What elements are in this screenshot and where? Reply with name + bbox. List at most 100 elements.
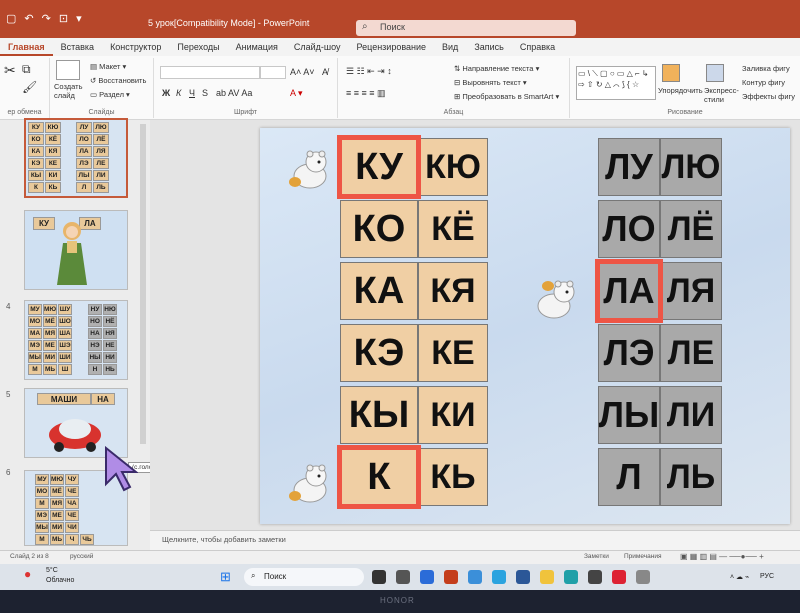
thumbnail-slide-4[interactable]: МУ МЮ ШУ НУ НЮ МО МЁ ШО НО НЁ МА МЯ ША НА НЯ МЭ МЕ ШЭ НЭ НЕ…: [24, 300, 128, 380]
new-slide-icon[interactable]: [56, 60, 80, 80]
shape-outline-button[interactable]: Контур фигу: [742, 78, 785, 87]
chat-icon[interactable]: [396, 570, 410, 584]
edge-icon[interactable]: [564, 570, 578, 584]
brand-label: HONOR: [380, 596, 415, 605]
syllable-card-col2-2[interactable]: КЯ: [418, 262, 488, 320]
tray-icons[interactable]: ˄ ☁ ⌁: [730, 573, 749, 581]
smartart-button[interactable]: ⊞ Преобразовать в SmartArt ▾: [454, 92, 559, 101]
syllable-card-col4-3[interactable]: ЛЕ: [660, 324, 722, 382]
align-icons[interactable]: ≡ ≡ ≡ ≡ ▥: [346, 88, 386, 99]
reset-button[interactable]: ↺ Восстановить: [90, 76, 146, 85]
syllable-card-col1-5[interactable]: К: [337, 445, 421, 509]
tab-slideshow[interactable]: Слайд-шоу: [286, 38, 349, 56]
taskbar-search[interactable]: ⌕ Поиск: [244, 568, 364, 586]
comments-button[interactable]: Примечания: [624, 553, 662, 560]
quick-styles-icon[interactable]: [706, 64, 724, 82]
powerpoint-icon[interactable]: [444, 570, 458, 584]
arrange-button[interactable]: Упорядочить: [658, 86, 703, 95]
italic-button[interactable]: К: [176, 88, 181, 98]
tab-review[interactable]: Рецензирование: [349, 38, 435, 56]
syllable-card-col4-5[interactable]: ЛЬ: [660, 448, 722, 506]
syllable-card-col3-2[interactable]: ЛА: [595, 259, 663, 323]
tab-design[interactable]: Конструктор: [102, 38, 169, 56]
tab-record[interactable]: Запись: [466, 38, 512, 56]
explorer-icon[interactable]: [540, 570, 554, 584]
cut-icon[interactable]: ✂: [4, 62, 16, 79]
underline-button[interactable]: Ч: [189, 88, 195, 98]
syllable-card-col3-4[interactable]: ЛЫ: [598, 386, 660, 444]
yandex-icon[interactable]: [612, 570, 626, 584]
font-name-field[interactable]: [160, 66, 260, 79]
syllable-card-col2-3[interactable]: КЕ: [418, 324, 488, 382]
syllable-card-col2-5[interactable]: КЬ: [418, 448, 488, 506]
syllable-card-col2-4[interactable]: КИ: [418, 386, 488, 444]
syllable-card-col1-0[interactable]: КУ: [337, 135, 421, 199]
view-buttons[interactable]: ▣ ▦ ▥ ▤ — ──●── +: [680, 552, 764, 561]
syllable-card-col4-4[interactable]: ЛИ: [660, 386, 722, 444]
font-size-field[interactable]: [260, 66, 286, 79]
telegram-icon[interactable]: [492, 570, 506, 584]
tab-view[interactable]: Вид: [434, 38, 466, 56]
format-painter-icon[interactable]: 🖌: [22, 80, 37, 94]
skype-icon[interactable]: [468, 570, 482, 584]
copy-icon[interactable]: ⧉: [22, 62, 31, 77]
shadow-button[interactable]: S: [202, 88, 208, 98]
search-input[interactable]: ⌕ Поиск: [356, 20, 576, 36]
tab-help[interactable]: Справка: [512, 38, 563, 56]
thumbnail-slide-doll[interactable]: КУ ЛА: [24, 210, 128, 290]
slideshow-icon[interactable]: ⊡: [59, 12, 68, 25]
syllable-card-col1-4[interactable]: КЫ: [340, 386, 418, 444]
syllable-card-col2-0[interactable]: КЮ: [418, 138, 488, 196]
tab-insert[interactable]: Вставка: [53, 38, 102, 56]
shapes-gallery[interactable]: ▭ \ ⟍ ▢ ○ ▭ △ ⌐ ↳ ⇨ ⇧ ↻ △ ⌒ ⟆ { ☆: [576, 66, 656, 100]
redo-icon[interactable]: ↷: [42, 12, 51, 25]
list-icons[interactable]: ☰ ☷ ⇤ ⇥ ↕: [346, 66, 392, 77]
tab-home[interactable]: Главная: [0, 38, 53, 56]
notes-button[interactable]: Заметки: [584, 553, 609, 560]
tab-animations[interactable]: Анимация: [228, 38, 286, 56]
undo-icon[interactable]: ↶: [24, 12, 33, 25]
task-view-icon[interactable]: [372, 570, 386, 584]
syllable-card-col1-3[interactable]: КЭ: [340, 324, 418, 382]
section-button[interactable]: ▭ Раздел ▾: [90, 90, 130, 99]
chevron-down-icon[interactable]: ▾: [76, 12, 82, 25]
notes-area[interactable]: Щелкните, чтобы добавить заметки: [150, 530, 800, 550]
syllable-card-col4-0[interactable]: ЛЮ: [660, 138, 722, 196]
current-slide[interactable]: КУ КО КА КЭ КЫ К КЮ КЁ КЯ КЕ КИ КЬ ЛУ ЛО ЛА ЛЭ ЛЫ Л ЛЮ ЛЁ ЛЯ…: [260, 128, 790, 524]
layout-button[interactable]: ▤ Макет ▾: [90, 62, 126, 71]
syllable-card-col3-5[interactable]: Л: [598, 448, 660, 506]
syllable-card-col4-2[interactable]: ЛЯ: [660, 262, 722, 320]
thumbnail-slide-syllables-k-l[interactable]: КУ КЮ КО КЁ КА КЯ КЭ КЕ КЫ КИ К КЬ ЛУ ЛЮ ЛО ЛЁ ЛА ЛЯ ЛЭ ЛЕ…: [24, 118, 128, 198]
syllable-card-col4-1[interactable]: ЛЁ: [660, 200, 722, 258]
font-color-icon[interactable]: A ▾: [290, 88, 303, 99]
syllable-card-col1-2[interactable]: КА: [340, 262, 418, 320]
new-slide-button[interactable]: Создать слайд: [54, 82, 88, 100]
app-icon-2[interactable]: [636, 570, 650, 584]
syllable-card-col2-1[interactable]: КЁ: [418, 200, 488, 258]
align-text-button[interactable]: ⊟ Выровнять текст ▾: [454, 78, 527, 87]
text-direction-button[interactable]: ⇅ Направление текста ▾: [454, 64, 539, 73]
clear-format-icon[interactable]: A̸: [322, 67, 328, 77]
language-tray[interactable]: РУС: [760, 573, 774, 580]
syllable-card-col3-3[interactable]: ЛЭ: [598, 324, 660, 382]
font-grow-icon[interactable]: A˄ A˅: [290, 67, 315, 77]
windows-start-icon[interactable]: ⊞: [220, 569, 231, 585]
store-icon[interactable]: [588, 570, 602, 584]
save-icon[interactable]: ▢: [6, 12, 16, 25]
shape-fill-button[interactable]: Заливка фигу: [742, 64, 790, 73]
tab-transitions[interactable]: Переходы: [169, 38, 227, 56]
thumb-cell: [73, 352, 87, 363]
slide-editor[interactable]: КУ КО КА КЭ КЫ К КЮ КЁ КЯ КЕ КИ КЬ ЛУ ЛО ЛА ЛЭ ЛЫ Л ЛЮ ЛЁ ЛЯ…: [150, 120, 800, 550]
shape-effects-button[interactable]: Эффекты фигу: [742, 92, 795, 101]
syllable-card-col3-0[interactable]: ЛУ: [598, 138, 660, 196]
app-icon[interactable]: [420, 570, 434, 584]
language-indicator[interactable]: русский: [70, 553, 93, 560]
quick-styles-button[interactable]: Экспресс-стили: [704, 86, 740, 104]
format-icons[interactable]: ab AV Aa: [216, 88, 252, 98]
syllable-card-col1-1[interactable]: КО: [340, 200, 418, 258]
syllable-card-col3-1[interactable]: ЛО: [598, 200, 660, 258]
bold-button[interactable]: Ж: [162, 88, 170, 98]
word-icon[interactable]: [516, 570, 530, 584]
arrange-icon[interactable]: [662, 64, 680, 82]
thumbnails-scrollbar[interactable]: [140, 124, 146, 444]
